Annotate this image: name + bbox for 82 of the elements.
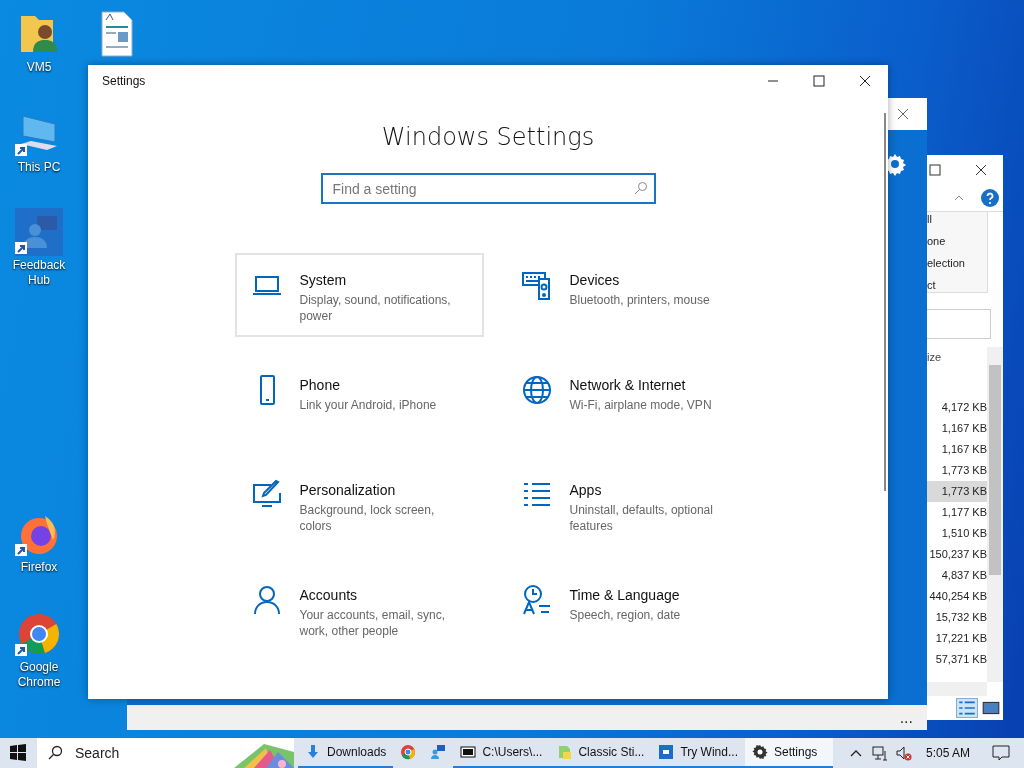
category-description: Bluetooth, printers, mouse — [569, 292, 710, 308]
desktop-icon-label: This PC — [16, 160, 62, 175]
category-title: Devices — [569, 271, 621, 289]
taskbar-button[interactable]: Classic Sti... — [549, 738, 652, 768]
chrome-icon — [400, 744, 417, 760]
file-size-cell-text: 1,167 KB — [940, 442, 987, 457]
archive-icon — [460, 744, 477, 760]
settings-category[interactable]: Time & Language Speech, region, date — [504, 568, 754, 652]
desktop-icon-label: VM5 — [25, 60, 53, 75]
window-title: Settings — [101, 74, 146, 88]
category-title: Apps — [569, 481, 603, 499]
settings-category[interactable]: Phone Link your Android, iPhone — [234, 358, 484, 442]
desktop-icon-label: Firefox — [19, 560, 59, 575]
category-description: Uninstall, defaults, optional features — [569, 502, 714, 534]
column-header[interactable]: ize — [927, 347, 942, 363]
taskbar-button[interactable]: Downloads — [298, 738, 394, 768]
maximize-icon[interactable] — [929, 164, 941, 176]
scrollbar[interactable] — [884, 113, 886, 491]
taskbar-button[interactable]: C:\Users\... — [453, 738, 550, 768]
taskbar-button[interactable]: Settings — [744, 738, 833, 768]
file-size-cell-text: 4,172 KB — [940, 400, 987, 415]
ribbon-command[interactable]: one — [927, 233, 987, 249]
file-size-cell-text: 57,371 KB — [934, 652, 987, 667]
close-icon[interactable] — [897, 108, 909, 120]
file-size-cell-text: 15,732 KB — [934, 610, 987, 625]
chat-icon — [430, 744, 447, 760]
settings-category[interactable]: Apps Uninstall, defaults, optional features — [504, 463, 754, 547]
network-icon[interactable] — [871, 745, 888, 761]
file-size-cell-text: 1,773 KB — [940, 463, 987, 478]
file-size-cell-text: 150,237 KB — [928, 547, 987, 562]
file-size-cell-text: 1,510 KB — [940, 526, 987, 541]
category-title: Time & Language — [569, 586, 681, 604]
setting-search-field[interactable]: Find a setting — [320, 173, 656, 204]
settings-category[interactable]: Devices Bluetooth, printers, mouse — [504, 253, 754, 337]
horizontal-scrollbar[interactable] — [927, 682, 987, 696]
category-title: Accounts — [299, 586, 359, 604]
language-clock-icon — [520, 584, 553, 616]
category-title: Phone — [299, 376, 341, 394]
download-arrow-icon — [305, 744, 321, 760]
app-icon — [658, 744, 675, 760]
gear-icon — [751, 744, 768, 760]
category-title: Network & Internet — [569, 376, 687, 394]
settings-category[interactable]: System Display, sound, notifications, power — [234, 253, 484, 337]
file-size-cell-text: 1,167 KB — [940, 421, 987, 436]
category-description: Speech, region, date — [569, 607, 681, 623]
feedback-icon[interactable] — [15, 208, 63, 256]
ribbon-command[interactable]: election — [927, 255, 987, 271]
file-size-cell: 1,773 KB — [927, 481, 987, 502]
category-title: Personalization — [299, 481, 397, 499]
notifications-icon[interactable] — [992, 745, 1010, 761]
desktop-icon-label: Feedback Hub — [11, 258, 67, 288]
start-icon[interactable] — [8, 743, 28, 763]
settings-category[interactable]: Accounts Your accounts, email, sync, work, other people — [234, 568, 484, 652]
thumbnail-view-icon[interactable] — [981, 699, 1001, 717]
file-size-cell-text: 440,254 KB — [928, 589, 987, 604]
settings-category[interactable]: Network & Internet Wi-Fi, airplane mode, VPN — [504, 358, 754, 442]
desktop-icon-label: Google Chrome — [16, 660, 62, 690]
close-icon[interactable] — [975, 164, 987, 176]
note-icon — [556, 744, 573, 760]
search-icon[interactable] — [633, 181, 648, 195]
help-icon[interactable] — [981, 189, 999, 207]
page-heading: Windows Settings — [381, 123, 595, 151]
muted-speaker-icon[interactable] — [895, 745, 912, 761]
settings-category[interactable]: Personalization Background, lock screen, colors — [234, 463, 484, 547]
category-title: System — [299, 271, 348, 289]
clock[interactable]: 5:05 AM — [925, 746, 970, 760]
keyboard-speaker-icon — [520, 269, 553, 301]
file-size-cell-text: 4,837 KB — [940, 568, 987, 583]
more-button[interactable]: ... — [899, 710, 913, 725]
file-size-cell-text: 17,221 KB — [934, 631, 987, 646]
vertical-scrollbar[interactable] — [987, 347, 1003, 682]
category-description: Display, sound, notifications, power — [299, 292, 452, 324]
ribbon-command[interactable]: ct — [927, 277, 987, 293]
taskbar-button[interactable]: Try Wind... — [651, 738, 745, 768]
globe-icon — [520, 374, 553, 406]
details-view-icon[interactable] — [957, 699, 977, 717]
category-description: Wi-Fi, airplane mode, VPN — [569, 397, 712, 413]
ribbon-command[interactable]: ll — [927, 211, 987, 227]
category-description: Your accounts, email, sync, work, other people — [299, 607, 447, 639]
file-size-cell-text: 1,177 KB — [940, 505, 987, 520]
category-description: Link your Android, iPhone — [299, 397, 437, 413]
category-description: Background, lock screen, colors — [299, 502, 436, 534]
